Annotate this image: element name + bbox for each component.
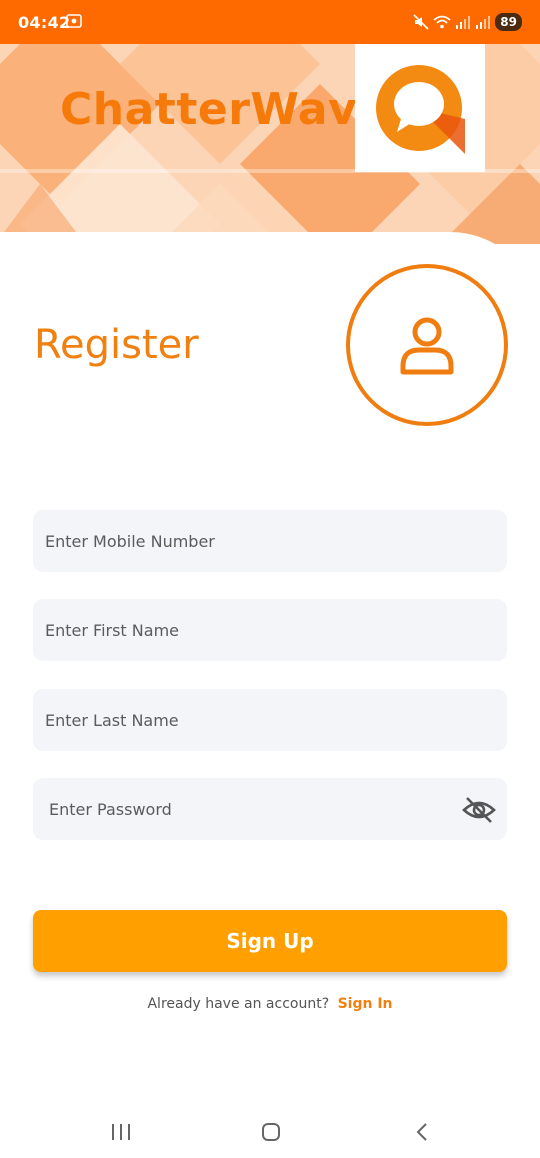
status-bar: 04:42 89 (0, 0, 540, 44)
recent-apps-icon[interactable] (110, 1122, 132, 1142)
brand-title: ChatterWave (60, 84, 388, 135)
sign-in-link[interactable]: Sign In (338, 996, 393, 1012)
app-logo (355, 44, 485, 172)
signal-icon (456, 16, 471, 29)
signal-icon-2 (476, 16, 491, 29)
status-time: 04:42 (18, 13, 71, 32)
sign-up-button[interactable]: Sign Up (33, 910, 507, 972)
home-icon[interactable] (261, 1122, 281, 1142)
header-banner: ChatterWave (0, 44, 540, 244)
wifi-icon (433, 15, 451, 29)
password-field[interactable] (33, 778, 507, 840)
mobile-number-field[interactable] (33, 510, 507, 572)
first-name-field[interactable] (33, 599, 507, 661)
screenshot-icon (66, 14, 82, 28)
user-icon (400, 317, 454, 375)
avatar (346, 264, 508, 426)
mute-icon (413, 14, 429, 30)
last-name-field[interactable] (33, 689, 507, 751)
page-title: Register (34, 322, 199, 368)
chat-bubble-logo-icon (376, 65, 465, 154)
back-icon[interactable] (414, 1122, 430, 1142)
signin-prompt: Already have an account? Sign In (0, 996, 540, 1012)
system-nav-bar (0, 1100, 540, 1158)
battery-level: 89 (495, 13, 522, 31)
status-icons: 89 (413, 12, 522, 32)
eye-off-icon[interactable] (462, 795, 496, 825)
signin-prompt-text: Already have an account? (147, 996, 330, 1012)
